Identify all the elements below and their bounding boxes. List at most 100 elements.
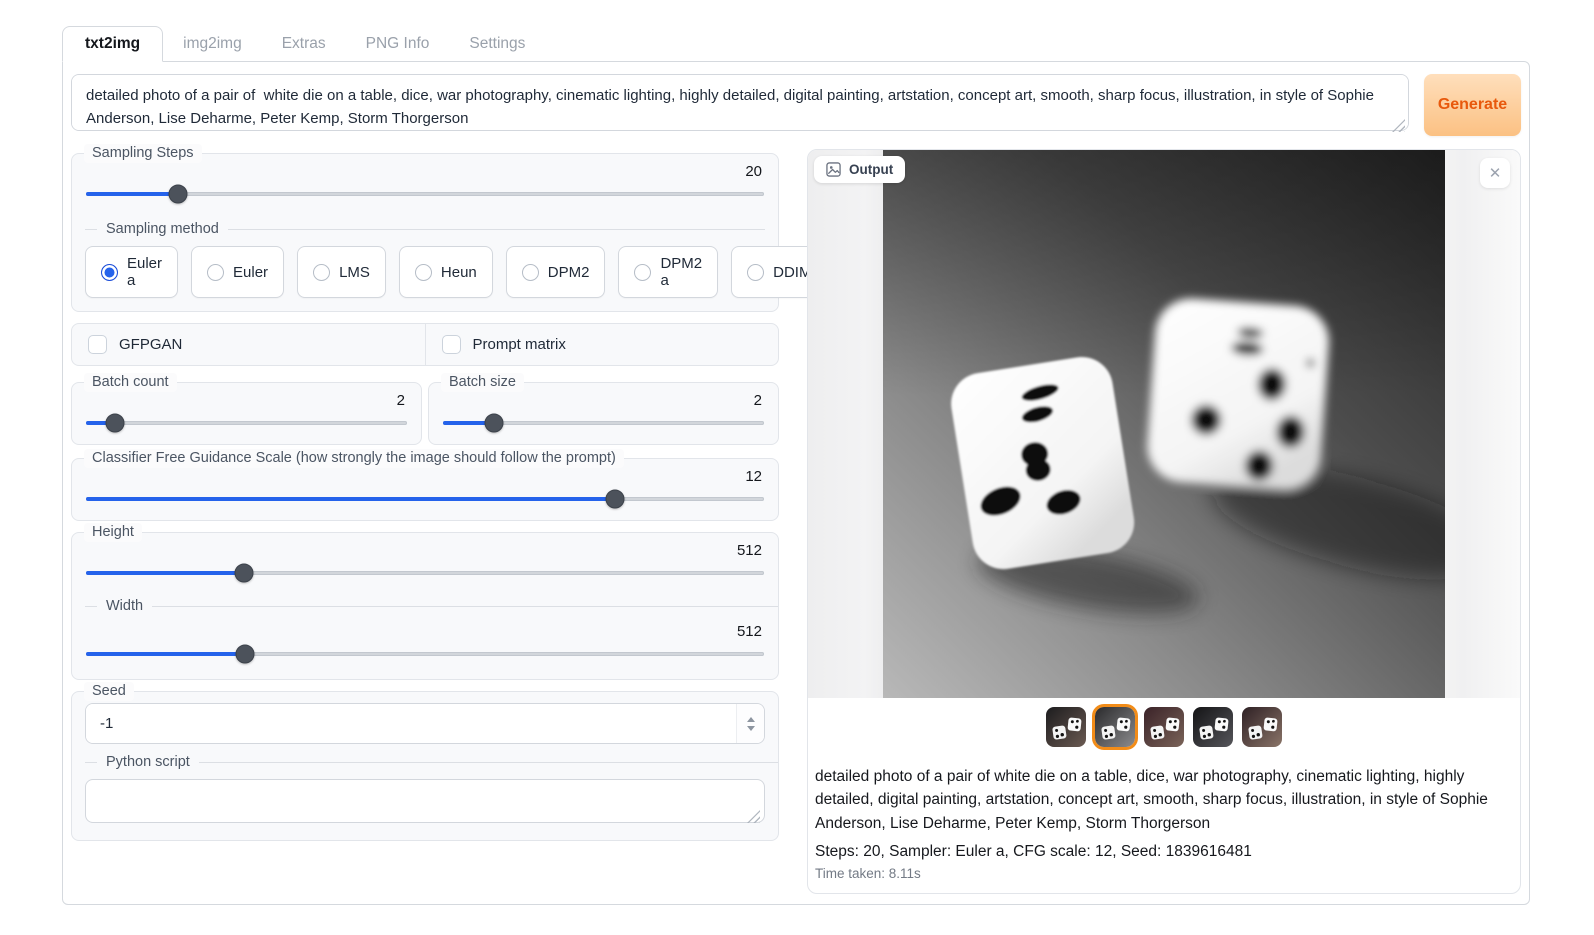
tab-img2img[interactable]: img2img [163,27,262,61]
gallery-thumbnail-1[interactable] [1046,707,1086,747]
app-container: txt2imgimg2imgExtrasPNG InfoSettings det… [62,25,1530,905]
python-script-input[interactable] [85,779,765,823]
seed-input[interactable] [86,704,736,743]
output-tab-label: Output [849,162,893,177]
gallery-thumbnail-5[interactable] [1242,707,1282,747]
radio-selected-icon[interactable] [101,264,118,281]
slider-thumb[interactable] [235,645,254,664]
settings-column: Sampling Steps 20 Sampling method [71,149,779,852]
prompt-matrix-label: Prompt matrix [473,336,566,353]
sampler-option-label: Euler a [127,255,162,289]
height-fieldset: 512 [72,533,778,598]
tab-png-info[interactable]: PNG Info [346,27,450,61]
gallery-thumbnail-3[interactable] [1144,707,1184,747]
batch-count-label: Batch count [84,373,177,392]
sampling-method-label: Sampling method [106,221,219,237]
close-icon: ✕ [1489,164,1502,182]
width-slider[interactable] [86,643,764,665]
batch-size-box: Batch size 2 [428,382,779,445]
sampler-option-label: LMS [339,264,370,281]
sampler-option-label: DDIM [773,264,811,281]
radio-icon[interactable] [522,264,539,281]
cfg-scale-label: Classifier Free Guidance Scale (how stro… [84,449,624,468]
batch-row: Batch count 2 Batch size 2 [71,372,779,456]
cfg-scale-slider[interactable] [86,488,764,510]
gallery-thumbnails [808,698,1520,753]
python-script-wrap [85,779,765,828]
sampling-steps-slider[interactable] [86,183,764,205]
batch-count-box: Batch count 2 [71,382,422,445]
txt2img-panel: detailed photo of a pair of white die on… [62,61,1530,905]
prompt-matrix-option[interactable]: Prompt matrix [425,324,779,365]
radio-icon[interactable] [313,264,330,281]
slider-fill [86,571,244,575]
slider-fill [86,652,245,656]
batch-size-label: Batch size [441,373,524,392]
sampler-option-dpm2-a[interactable]: DPM2 a [618,246,718,298]
slider-track[interactable] [86,421,407,425]
sampling-steps-label: Sampling Steps [84,144,202,163]
slider-fill [86,192,178,196]
sampler-option-lms[interactable]: LMS [297,246,386,298]
output-caption-params: Steps: 20, Sampler: Euler a, CFG scale: … [808,839,1520,863]
sampler-option-heun[interactable]: Heun [399,246,493,298]
tab-extras[interactable]: Extras [262,27,346,61]
radio-icon[interactable] [634,264,651,281]
batch-count-slider[interactable] [86,412,407,434]
slider-thumb[interactable] [234,564,253,583]
seed-label: Seed [84,682,134,701]
height-label: Height [84,523,142,542]
gallery-thumbnail-2[interactable] [1095,707,1135,747]
prompt-row: detailed photo of a pair of white die on… [71,74,1521,136]
sampler-option-label: DPM2 [548,264,590,281]
seed-stepper[interactable] [736,704,764,743]
sampling-method-fieldset: Sampling method [72,221,778,237]
radio-icon[interactable] [415,264,432,281]
sampler-option-label: Euler [233,264,268,281]
prompt-wrap: detailed photo of a pair of white die on… [71,74,1409,136]
sampler-option-dpm2[interactable]: DPM2 [506,246,606,298]
stepper-up-icon[interactable] [747,717,755,722]
image-icon [826,162,841,177]
prompt-matrix-checkbox[interactable] [442,335,461,354]
width-label: Width [106,598,143,614]
close-button[interactable]: ✕ [1480,158,1510,188]
sampler-option-label: DPM2 a [660,255,702,289]
sampling-box: Sampling Steps 20 Sampling method [71,153,779,312]
generate-button[interactable]: Generate [1424,74,1521,136]
radio-icon[interactable] [747,264,764,281]
sampling-steps-fieldset: 20 [72,154,778,219]
generated-image[interactable] [883,150,1445,698]
width-fieldset: Width 512 [72,598,778,679]
slider-thumb[interactable] [169,185,188,204]
output-tab-chip[interactable]: Output [814,156,905,183]
cfg-scale-box: Classifier Free Guidance Scale (how stro… [71,458,779,521]
gallery-thumbnail-4[interactable] [1193,707,1233,747]
time-taken-label: Time taken: 8.11s [808,863,1520,893]
prompt-input[interactable]: detailed photo of a pair of white die on… [71,74,1409,131]
page: txt2imgimg2imgExtrasPNG InfoSettings det… [0,0,1594,935]
height-slider[interactable] [86,562,764,584]
batch-size-slider[interactable] [443,412,764,434]
slider-thumb[interactable] [105,414,124,433]
sampler-option-label: Heun [441,264,477,281]
stepper-down-icon[interactable] [747,726,755,731]
slider-thumb[interactable] [605,490,624,509]
gfpgan-label: GFPGAN [119,336,182,353]
python-script-label: Python script [106,754,190,770]
tab-txt2img[interactable]: txt2img [62,26,163,62]
checkbox-box: GFPGAN Prompt matrix [71,323,779,366]
output-caption-prompt: detailed photo of a pair of white die on… [808,753,1520,839]
sampler-option-euler[interactable]: Euler [191,246,284,298]
gfpgan-checkbox[interactable] [88,335,107,354]
radio-icon[interactable] [207,264,224,281]
dimensions-box: Height 512 Width 512 [71,532,779,680]
gfpgan-option[interactable]: GFPGAN [72,324,425,365]
output-column: Output ✕ [807,149,1521,894]
output-panel: Output ✕ [807,149,1521,894]
tab-settings[interactable]: Settings [449,27,545,61]
sampler-option-euler-a[interactable]: Euler a [85,246,178,298]
sampling-method-options: Euler aEulerLMSHeunDPM2DPM2 aDDIMPLMS [72,237,778,311]
slider-thumb[interactable] [485,414,504,433]
main-row: Sampling Steps 20 Sampling method [71,149,1521,894]
